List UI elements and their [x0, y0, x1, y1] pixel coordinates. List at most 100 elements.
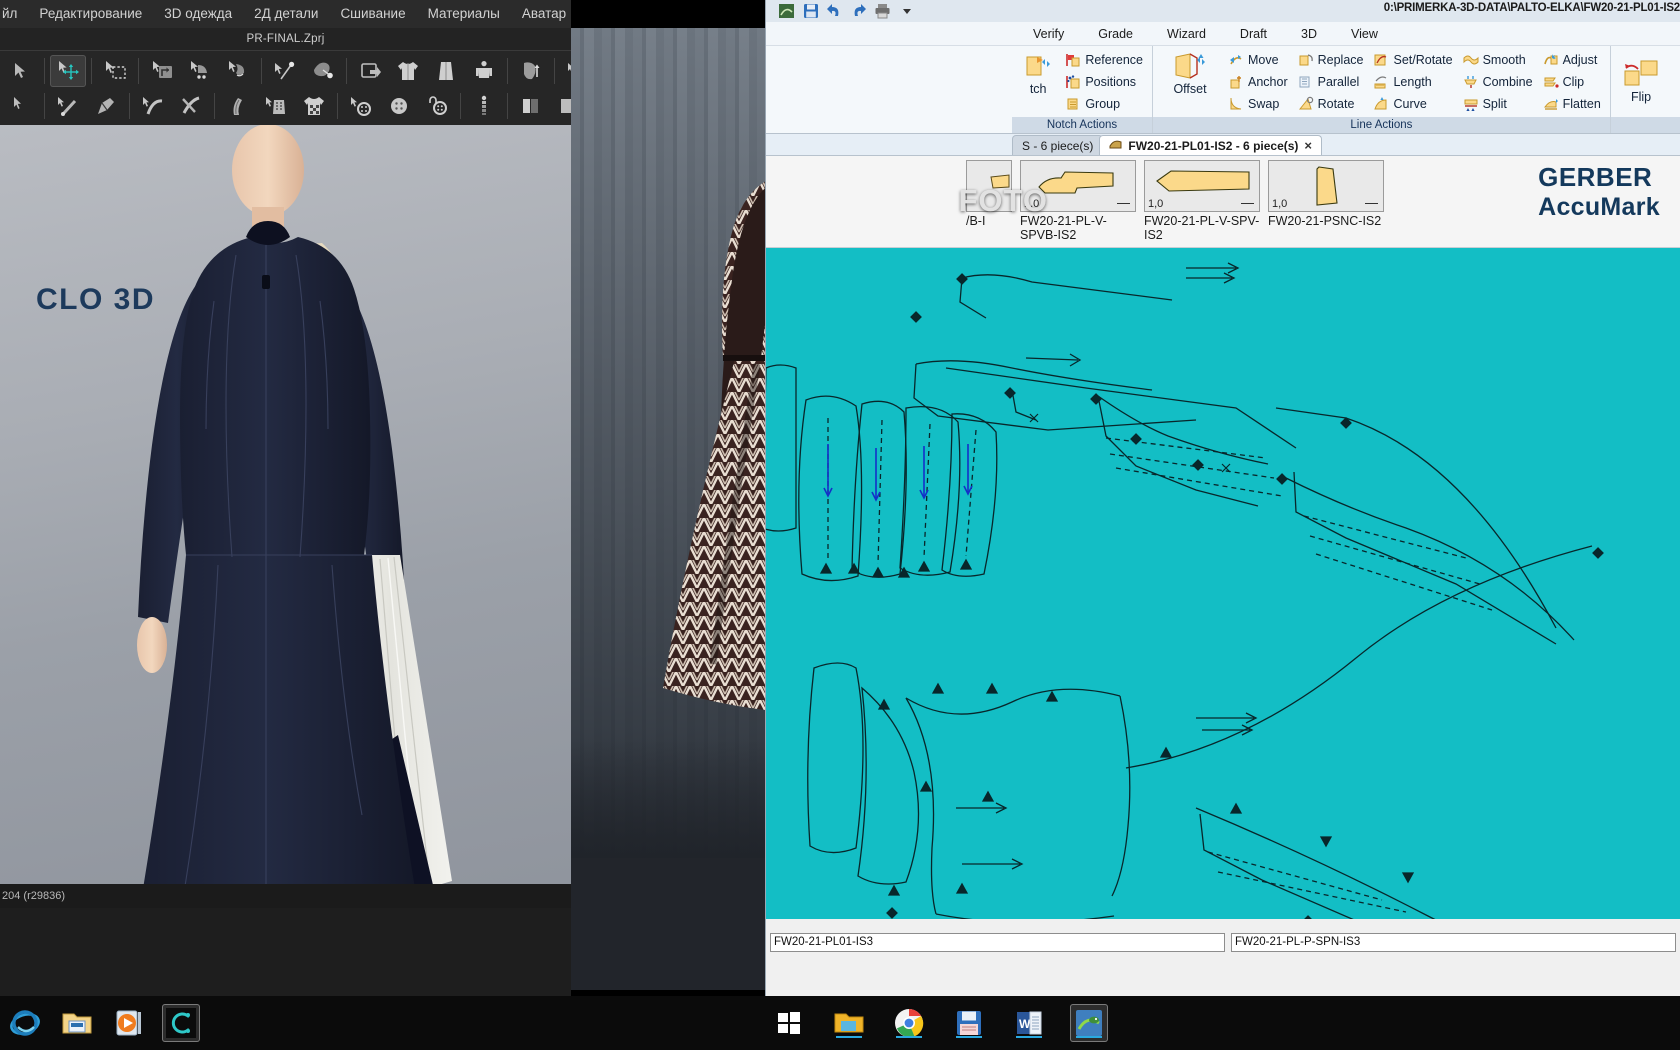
clo-menu-edit[interactable]: Редактирование: [28, 0, 153, 28]
select-move-icon[interactable]: [3, 55, 39, 87]
ribbon-item-move[interactable]: Move: [1225, 49, 1291, 70]
piece-thumbnail-strip[interactable]: /B-I 1,0 FW20-21-PL-V-SPVB-IS2 1,0 FW20-…: [766, 156, 1680, 248]
zipper-icon[interactable]: [220, 90, 256, 122]
seam-icon[interactable]: [220, 55, 256, 87]
lock-button-icon[interactable]: [419, 90, 455, 122]
menu-wizard[interactable]: Wizard: [1150, 27, 1223, 41]
gravity-pin-icon[interactable]: [305, 55, 341, 87]
clo3d-toolbar[interactable]: [0, 50, 571, 125]
close-icon[interactable]: ×: [1304, 138, 1312, 153]
windows-taskbar[interactable]: W: [0, 996, 1680, 1050]
accumark-app-icon[interactable]: [776, 2, 797, 20]
undo-icon[interactable]: [824, 2, 845, 20]
clo-menu-materials[interactable]: Материалы: [417, 0, 511, 28]
menu-verify[interactable]: Verify: [1016, 27, 1081, 41]
pin-icon[interactable]: [182, 55, 218, 87]
media-player-icon[interactable]: [110, 1004, 148, 1042]
cut-sew-icon[interactable]: [173, 90, 209, 122]
rotate-piece-button[interactable]: Rotate: [1675, 55, 1680, 104]
menu-grade[interactable]: Grade: [1081, 27, 1150, 41]
ribbon-item-clip[interactable]: Clip: [1540, 71, 1604, 92]
menu-view[interactable]: View: [1334, 27, 1395, 41]
fold-arrange-icon[interactable]: [144, 55, 180, 87]
avatar-icon[interactable]: [466, 55, 502, 87]
quick-access-toolbar[interactable]: 0:\PRIMERKA-3D-DATA\PALTO-ELKA\FW20-21-P…: [766, 0, 1680, 22]
clo3d-toolbar-row-1[interactable]: [0, 53, 571, 88]
layer-up-icon[interactable]: [513, 55, 549, 87]
word-icon[interactable]: W: [1010, 1004, 1048, 1042]
print-icon[interactable]: [872, 2, 893, 20]
curve-sew-icon[interactable]: [135, 90, 171, 122]
stack-icon[interactable]: [560, 55, 571, 87]
free-sew-icon[interactable]: [50, 90, 86, 122]
qat-dropdown-icon[interactable]: [896, 2, 917, 20]
save-icon[interactable]: [800, 2, 821, 20]
clo3d-viewport[interactable]: CLO 3D 204 (r29836): [0, 125, 571, 908]
ribbon-item-set-rotate[interactable]: Set/Rotate: [1370, 49, 1455, 70]
ribbon-item-length[interactable]: Length: [1370, 71, 1455, 92]
pattern-canvas[interactable]: [766, 248, 1680, 919]
piece-preview[interactable]: 1,0: [1268, 160, 1384, 212]
piece-cell[interactable]: 1,0 FW20-21-PL-V-SPV-IS2: [1144, 156, 1260, 242]
internet-explorer-icon[interactable]: [6, 1004, 44, 1042]
topstitch-icon[interactable]: [258, 90, 294, 122]
ribbon-item-rotate-line[interactable]: Rotate: [1295, 93, 1367, 114]
box-select-icon[interactable]: [97, 55, 133, 87]
ribbon-item-group[interactable]: Group: [1062, 93, 1146, 114]
redo-icon[interactable]: [848, 2, 869, 20]
fabric-swatch-icon[interactable]: [513, 90, 549, 122]
segment-sew-icon[interactable]: [3, 90, 39, 122]
document-tab-inactive[interactable]: S - 6 piece(s): [1012, 135, 1104, 155]
menu-3d[interactable]: 3D: [1284, 27, 1334, 41]
status-field-1[interactable]: FW20-21-PL01-IS3: [770, 932, 1225, 952]
ribbon-item-reference[interactable]: Reference: [1062, 49, 1146, 70]
piece-cell[interactable]: 1,0 FW20-21-PSNC-IS2: [1268, 156, 1384, 228]
notch-button[interactable]: tch: [1018, 49, 1058, 96]
status-field-2[interactable]: FW20-21-PL-P-SPN-IS3: [1231, 932, 1676, 952]
gerber-ribbon[interactable]: tch Reference Positions Group Notch Acti…: [766, 46, 1680, 134]
button-icon[interactable]: [343, 90, 379, 122]
ribbon-item-adjust[interactable]: Adjust: [1540, 49, 1604, 70]
taskbar-center-group[interactable]: W: [770, 1004, 1108, 1042]
ribbon-item-replace[interactable]: Replace: [1295, 49, 1367, 70]
chrome-icon[interactable]: [890, 1004, 928, 1042]
clo-menu-2d-pattern[interactable]: 2Д детали: [243, 0, 329, 28]
file-explorer-icon[interactable]: [58, 1004, 96, 1042]
ribbon-item-swap[interactable]: Swap: [1225, 93, 1291, 114]
ribbon-item-flatten[interactable]: Flatten: [1540, 93, 1604, 114]
ribbon-item-positions[interactable]: Positions: [1062, 71, 1146, 92]
ribbon-item-curve[interactable]: Curve: [1370, 93, 1455, 114]
menu-draft[interactable]: Draft: [1223, 27, 1284, 41]
tshirt-front-icon[interactable]: [390, 55, 426, 87]
texture-icon[interactable]: [551, 90, 571, 122]
tack-pin-icon[interactable]: [267, 55, 303, 87]
transform-gizmo-icon[interactable]: [50, 54, 86, 87]
clo-menu-sewing[interactable]: Сшивание: [329, 0, 416, 28]
pen-sew-icon[interactable]: [88, 90, 124, 122]
piece-preview[interactable]: 1,0: [1144, 160, 1260, 212]
clo3d-menubar[interactable]: йл Редактирование 3D одежда 2Д детали Сш…: [0, 0, 571, 28]
flip-button[interactable]: Flip: [1617, 55, 1666, 104]
trim-icon[interactable]: [466, 90, 502, 122]
file-explorer-icon[interactable]: [830, 1004, 868, 1042]
clo-menu-3d-garment[interactable]: 3D одежда: [153, 0, 243, 28]
document-tab-active[interactable]: FW20-21-PL01-IS2 - 6 piece(s) ×: [1099, 135, 1323, 155]
check-pattern-icon[interactable]: [296, 90, 332, 122]
ribbon-item-smooth[interactable]: Smooth: [1460, 49, 1536, 70]
save-floppy-icon[interactable]: [950, 1004, 988, 1042]
clo-menu-avatar[interactable]: Аватар: [511, 0, 571, 28]
ribbon-item-parallel[interactable]: Parallel: [1295, 71, 1367, 92]
clo3d-icon[interactable]: [162, 1004, 200, 1042]
clo3d-toolbar-row-2[interactable]: [0, 88, 571, 123]
accumark-icon[interactable]: [1070, 1004, 1108, 1042]
taskbar-left-group[interactable]: [0, 1004, 200, 1042]
windows-start-icon[interactable]: [770, 1004, 808, 1042]
buttonhole-icon[interactable]: [381, 90, 417, 122]
offset-button[interactable]: Offset: [1159, 49, 1221, 96]
fabric-brush-icon[interactable]: [352, 55, 388, 87]
ribbon-item-combine[interactable]: Combine: [1460, 71, 1536, 92]
gerber-tabbar[interactable]: S - 6 piece(s) FW20-21-PL01-IS2 - 6 piec…: [766, 134, 1680, 156]
ribbon-item-split[interactable]: Split: [1460, 93, 1536, 114]
garment-icon[interactable]: [428, 55, 464, 87]
ribbon-item-anchor[interactable]: Anchor: [1225, 71, 1291, 92]
